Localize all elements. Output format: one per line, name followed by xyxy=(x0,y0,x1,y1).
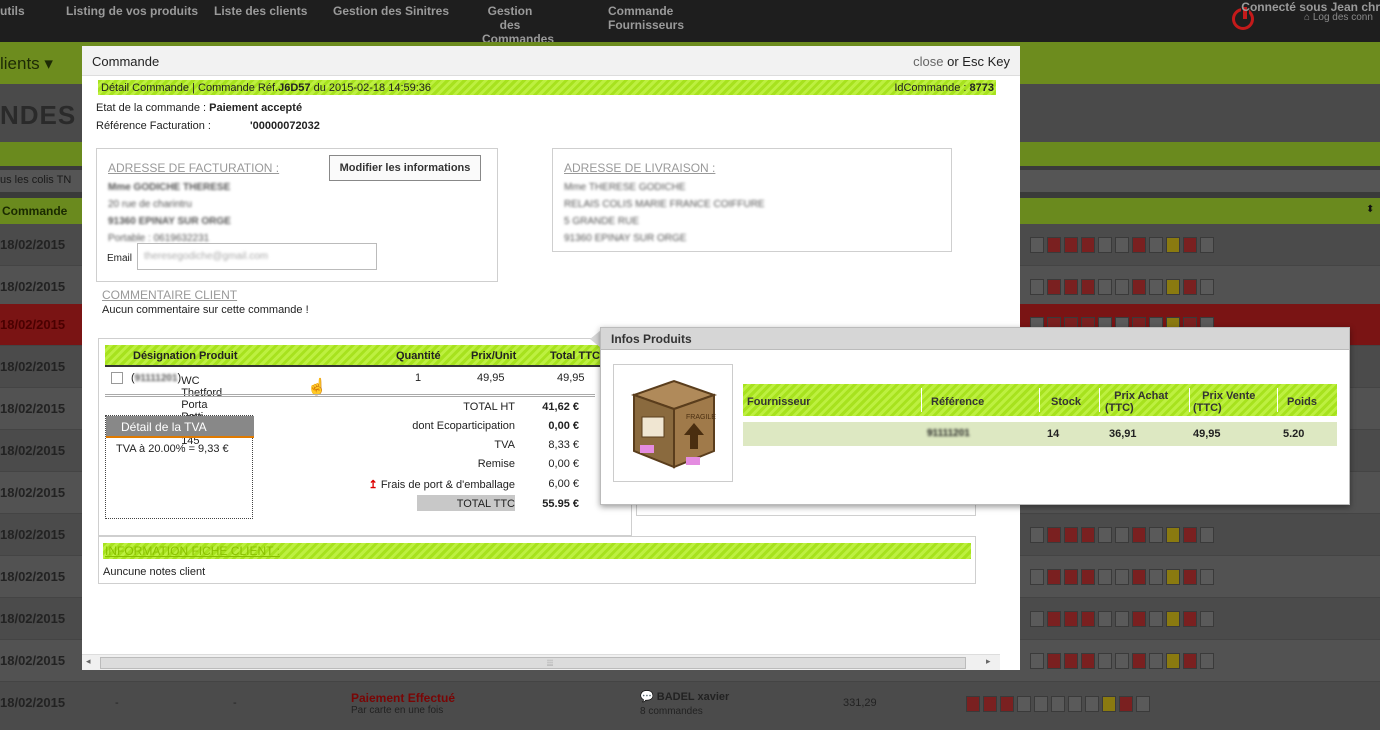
product-info-popup: Infos Produits FRAGILE Fournisseur Référ… xyxy=(600,327,1350,505)
comment-text: Aucun commentaire sur cette commande ! xyxy=(102,304,309,316)
arrow-up-icon: ↥ xyxy=(368,479,378,491)
comment-title: COMMENTAIRE CLIENT xyxy=(102,288,238,302)
shipping-title: ADRESSE DE LIVRAISON : xyxy=(564,161,716,175)
fragile-label: FRAGILE xyxy=(686,414,716,421)
tva-detail-box: Détail de la TVA TVA à 20.00% = 9,33 € xyxy=(105,415,254,519)
client-info-bar: INFORMATION FICHE CLIENT : xyxy=(103,543,971,559)
tva-line: TVA à 20.00% = 9,33 € xyxy=(116,443,229,455)
scrollbar-thumb[interactable]: ⦙⦙⦙ xyxy=(100,657,966,669)
col-commande[interactable]: Commande xyxy=(2,204,67,218)
client-note: Auncune notes client xyxy=(103,566,206,578)
grip-icon: ⦙⦙⦙ xyxy=(547,658,554,668)
scroll-left-icon[interactable]: ◂ xyxy=(86,656,91,667)
shipping-details: Mme THERESE GODICHE RELAIS COLIS MARIE F… xyxy=(564,182,765,244)
nav-gestion-sinistres[interactable]: Gestion des Sinitres xyxy=(333,4,449,18)
horizontal-scrollbar[interactable]: ◂ ⦙⦙⦙ ▸ xyxy=(82,654,1000,670)
order-status: Etat de la commande : Paiement accepté xyxy=(96,102,303,114)
nav-commande-fournisseurs[interactable]: Commande Fournisseurs xyxy=(608,4,684,32)
row-actions xyxy=(1030,569,1214,585)
billing-reference: Référence Facturation : '00000072032 xyxy=(96,120,320,132)
logout-link[interactable]: ⌂ Log des conn xyxy=(1304,12,1373,23)
order-ref: J6D57 xyxy=(278,82,311,94)
payment-status: Paiement Effectué xyxy=(351,691,456,705)
table-row-last[interactable]: 18/02/2015 - - Paiement Effectué Par car… xyxy=(0,682,1380,730)
row-actions xyxy=(1030,653,1214,669)
shipping-address-box: ADRESSE DE LIVRAISON : Mme THERESE GODIC… xyxy=(552,148,952,252)
popup-table-header: Fournisseur Référence Stock Prix Achat (T… xyxy=(743,384,1337,416)
client-info-box: INFORMATION FICHE CLIENT : Auncune notes… xyxy=(98,536,976,584)
scroll-right-icon[interactable]: ▸ xyxy=(986,656,991,667)
billing-details: Mme GODICHE THERESE 20 rue de charintru … xyxy=(108,182,231,244)
row-actions xyxy=(1030,611,1214,627)
product-row[interactable]: (91111201) WC Thetford Porta Potti Qube … xyxy=(105,369,605,447)
modify-info-button[interactable]: Modifier les informations xyxy=(329,155,481,181)
nav-listing-produits[interactable]: Listing de vos produits xyxy=(66,4,198,18)
popup-table-row[interactable]: 91111201 14 36,91 49,95 5.20 xyxy=(743,422,1337,446)
sort-icon[interactable]: ⬍ xyxy=(1366,204,1374,215)
client-info-title[interactable]: INFORMATION FICHE CLIENT : xyxy=(105,544,280,558)
order-products-box: Désignation Produit Quantité Prix/Unit T… xyxy=(98,338,632,536)
package-icon: FRAGILE xyxy=(630,379,718,469)
products-separator xyxy=(105,394,595,397)
top-navigation: utils Listing de vos produits Liste des … xyxy=(0,0,1380,46)
modal-close[interactable]: close or Esc Key xyxy=(913,54,1010,69)
product-designation[interactable]: (91111201) WC Thetford Porta Potti Qube … xyxy=(131,372,222,447)
popup-header: Infos Produits xyxy=(601,328,1349,350)
order-id: IdCommande : 8773 xyxy=(894,82,994,94)
client-name[interactable]: 💬 BADEL xavier xyxy=(640,690,729,703)
filter-text: us les colis TN xyxy=(0,174,72,186)
row-actions xyxy=(966,696,1150,712)
close-link[interactable]: close xyxy=(913,54,943,69)
modal-header: Commande close or Esc Key xyxy=(82,46,1020,76)
row-actions xyxy=(1030,527,1214,543)
nav-listing-produits[interactable]: utils xyxy=(0,4,30,18)
order-detail-bar: Détail Commande | Commande Réf.J6D57 du … xyxy=(98,80,996,95)
clients-dropdown[interactable]: lients ▾ xyxy=(0,54,53,74)
billing-address-box: ADRESSE DE FACTURATION : Modifier les in… xyxy=(96,148,498,282)
popup-title: Infos Produits xyxy=(611,332,692,346)
nav-gestion-commandes[interactable]: Gestion des Commandes xyxy=(482,4,554,46)
product-checkbox[interactable] xyxy=(111,372,123,384)
email-field[interactable]: theresegodiche@gmail.com xyxy=(137,243,377,270)
modal-title: Commande xyxy=(92,54,160,69)
nav-liste-clients[interactable]: Liste des clients xyxy=(214,4,307,18)
billing-title: ADRESSE DE FACTURATION : xyxy=(108,161,280,175)
tva-title: Détail de la TVA xyxy=(106,416,254,438)
row-actions xyxy=(1030,279,1214,295)
row-actions xyxy=(1030,237,1214,253)
product-image: FRAGILE xyxy=(613,364,733,482)
shipping-fees: ↥ Frais de port & d'emballage xyxy=(368,479,515,491)
page-title: NDES xyxy=(0,100,77,130)
products-table-header: Désignation Produit Quantité Prix/Unit T… xyxy=(105,345,605,367)
